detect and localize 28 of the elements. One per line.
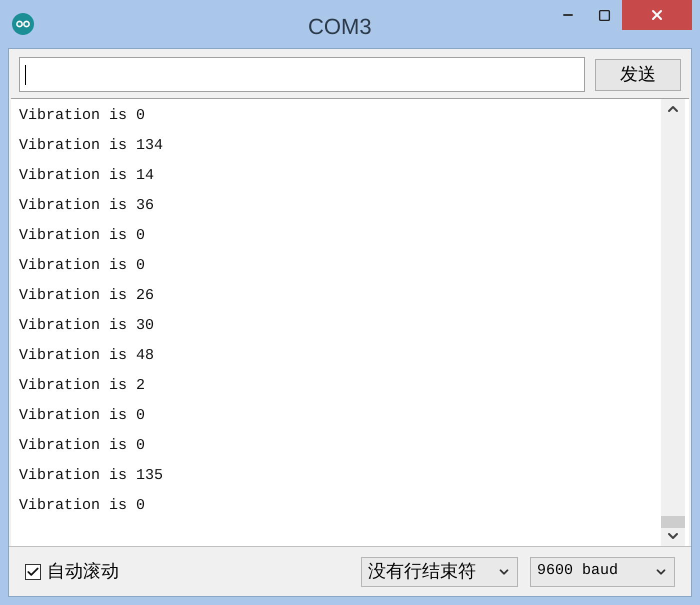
output-line: Vibration is 48: [19, 346, 154, 366]
close-icon: [649, 7, 665, 23]
autoscroll-checkbox[interactable]: [25, 564, 41, 580]
output-line: Vibration is 0: [19, 436, 146, 456]
scrollbar[interactable]: [661, 99, 685, 546]
output-line: Vibration is 36: [19, 196, 154, 216]
line-ending-dropdown[interactable]: 没有行结束符: [361, 556, 518, 586]
output-line: Vibration is 0: [19, 226, 146, 246]
scroll-thumb[interactable]: [661, 516, 685, 528]
output-line: Vibration is 30: [19, 316, 154, 336]
output-line: Vibration is 14: [19, 166, 154, 186]
output-line: Vibration is 134: [19, 136, 164, 156]
message-input-field[interactable]: [19, 57, 585, 92]
check-icon: [26, 564, 40, 578]
maximize-icon: [598, 8, 610, 22]
send-button[interactable]: 发送: [595, 58, 681, 90]
baud-rate-dropdown[interactable]: 9600 baud: [530, 556, 675, 586]
output-line: Vibration is 0: [19, 496, 146, 516]
infinity-logo-icon: [12, 13, 34, 35]
output-line: Vibration is 0: [19, 106, 146, 126]
output-line: Vibration is 26: [19, 286, 154, 306]
close-button[interactable]: [622, 0, 692, 30]
window-title: COM3: [308, 13, 372, 41]
output-line: Vibration is 0: [19, 256, 146, 276]
output-line: Vibration is 0: [19, 406, 146, 426]
autoscroll-label: 自动滚动: [47, 560, 119, 583]
output-line: Vibration is 135: [19, 466, 164, 486]
output-line: Vibration is 2: [19, 376, 146, 396]
